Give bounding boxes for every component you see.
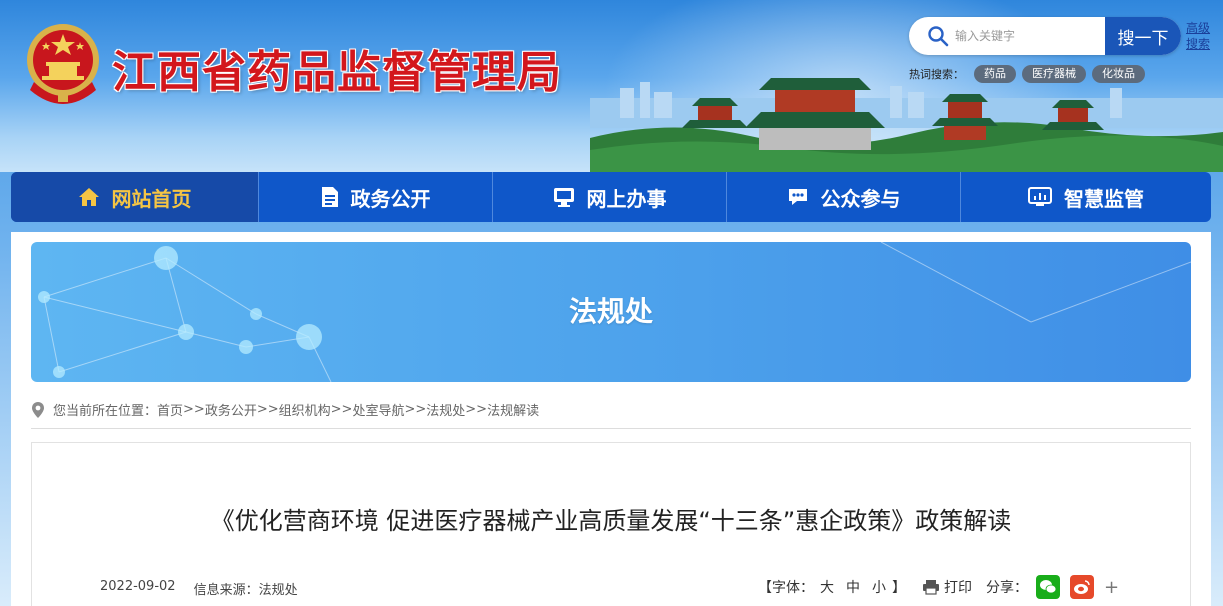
breadcrumb-divider [31,428,1191,429]
chat-icon [788,189,807,205]
print-button[interactable]: 打印 [922,577,972,597]
share-label: 分享： [986,580,1028,596]
breadcrumb-prefix: 您当前所在位置： [53,404,158,419]
article-meta: 2022-09-02 信息来源：法规处 [100,579,298,598]
advanced-search-link[interactable]: 高级搜索 [1186,20,1212,52]
breadcrumb: 您当前所在位置： 首页 >> 政务公开 >> 组织机构 >> 处室导航 >> 法… [31,400,539,419]
font-size-label-open: 【字体： [758,580,814,596]
font-size-large-button[interactable]: 大 [820,577,834,597]
font-size-medium-button[interactable]: 中 [846,577,860,597]
nav-item-label: 智慧监管 [1064,186,1144,211]
home-icon [78,188,99,206]
font-size-label-close: 】 [892,580,906,596]
search-input[interactable] [955,18,1105,54]
nav-item-smart-supervision[interactable]: 智慧监管 [961,172,1211,222]
hot-tag-medical-devices[interactable]: 医疗器械 [1022,65,1086,83]
search-icon [928,26,949,47]
nav-item-home[interactable]: 网站首页 [11,172,259,222]
hot-tag-cosmetics[interactable]: 化妆品 [1092,65,1145,83]
national-emblem-logo [27,24,99,104]
breadcrumb-separator: >> [256,402,279,417]
search-box: 搜一下 [909,17,1181,55]
nav-item-online-services[interactable]: 网上办事 [493,172,727,222]
share-more-button[interactable]: + [1104,577,1119,598]
breadcrumb-item-legal-interpretation[interactable]: 法规解读 [487,400,539,419]
breadcrumb-separator: >> [183,402,205,417]
section-banner: 法规处 [31,242,1191,382]
hot-tag-drugs[interactable]: 药品 [974,65,1016,83]
share-wechat-button[interactable] [1036,575,1060,599]
nav-item-label: 公众参与 [820,186,901,211]
share-weibo-button[interactable] [1070,575,1094,599]
dashboard-icon [1028,187,1052,206]
weibo-icon [1074,580,1090,594]
print-label: 打印 [944,580,972,596]
printer-icon [923,580,939,595]
breadcrumb-item-department-nav[interactable]: 处室导航 [352,400,404,419]
monitor-icon [553,188,574,207]
wechat-icon [1040,580,1057,594]
hot-search-bar: 热词搜索： 药品 医疗器械 化妆品 [909,65,1145,83]
banner-title: 法规处 [568,295,653,328]
pavilion-cityscape-image [590,78,1223,172]
article-panel: 《优化营商环境 促进医疗器械产业高质量发展“十三条”惠企政策》政策解读 2022… [31,442,1191,606]
search-button[interactable]: 搜一下 [1105,17,1181,55]
breadcrumb-separator: >> [465,402,488,417]
breadcrumb-separator: >> [404,402,427,417]
breadcrumb-item-home[interactable]: 首页 [157,400,183,419]
breadcrumb-item-government-affairs[interactable]: 政务公开 [205,400,257,419]
hot-search-label: 热词搜索： [909,68,964,81]
site-title: 江西省药品监督管理局 [112,47,562,98]
nav-item-label: 政务公开 [350,186,431,211]
nav-item-public-participation[interactable]: 公众参与 [727,172,961,222]
breadcrumb-item-organization[interactable]: 组织机构 [279,400,331,419]
breadcrumb-separator: >> [330,402,353,417]
article-title: 《优化营商环境 促进医疗器械产业高质量发展“十三条”惠企政策》政策解读 [210,507,1012,535]
info-source: 信息来源：法规处 [193,583,298,598]
breadcrumb-item-legal-office[interactable]: 法规处 [426,400,465,419]
content-card: 法规处 您当前所在位置： 首页 >> 政务公开 >> 组织机构 >> 处室导航 … [11,232,1211,606]
nav-item-label: 网上办事 [586,186,667,211]
nav-item-government-affairs[interactable]: 政务公开 [259,172,493,222]
article-tools: 【字体： 大 中 小 】 打印 分享： + [758,575,1119,599]
main-nav: 网站首页 政务公开 网上办事 公众参与 智慧监管 [11,172,1211,222]
document-icon [321,187,338,207]
nav-item-label: 网站首页 [111,186,192,211]
site-header: 江西省药品监督管理局 搜一下 高级搜索 热词搜索： 药品 医疗器械 化妆品 [0,0,1223,172]
location-pin-icon [32,401,44,418]
font-size-small-button[interactable]: 小 [872,577,886,597]
publish-date: 2022-09-02 [100,579,176,594]
